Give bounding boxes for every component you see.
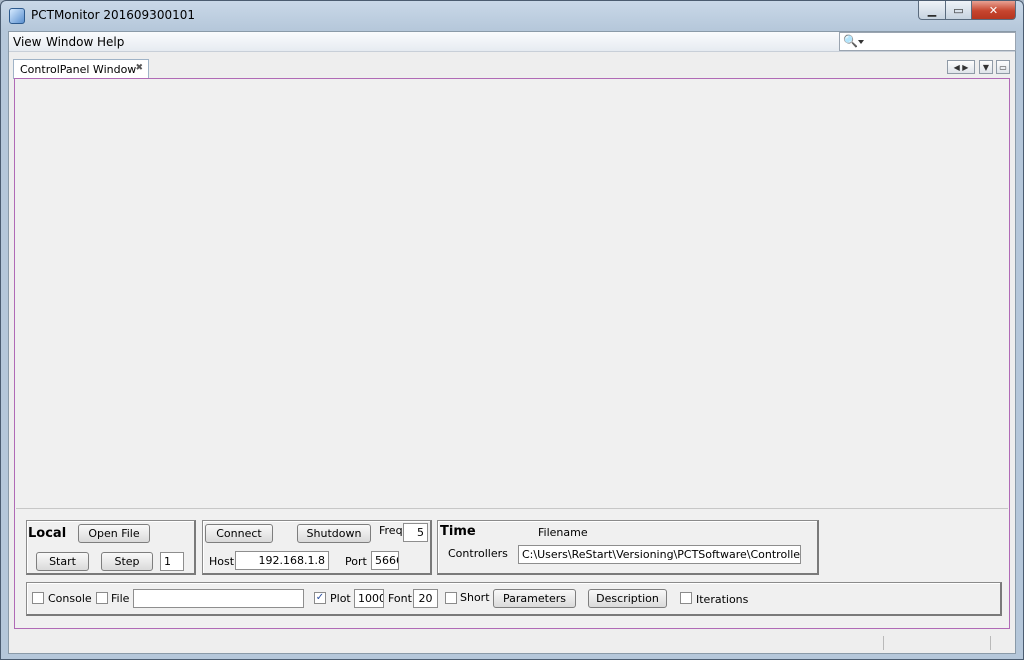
step-button[interactable]: Step [101, 552, 153, 571]
freq-field[interactable]: 5 [403, 523, 428, 542]
filename-label: Filename [538, 526, 588, 539]
iterations-checkbox[interactable] [680, 592, 692, 604]
close-icon: ✕ [988, 3, 999, 17]
host-field[interactable]: 192.168.1.8 [235, 551, 329, 570]
plot-label: Plot [330, 592, 351, 605]
status-divider [883, 636, 884, 650]
window-title: PCTMonitor 201609300101 [31, 8, 195, 22]
iterations-label: Iterations [696, 593, 749, 606]
client-area: View Window Help 🔍 ControlPanel Window ✖… [8, 31, 1016, 654]
tab-label: ControlPanel Window [20, 63, 137, 76]
maximize-icon: ▭ [999, 62, 1007, 72]
menu-help[interactable]: Help [97, 35, 124, 49]
file-checkbox[interactable] [96, 592, 108, 604]
quick-search[interactable]: 🔍 [839, 32, 1016, 51]
tab-controlpanel-window[interactable]: ControlPanel Window ✖ [13, 59, 149, 79]
tab-maximize-button[interactable]: ▭ [996, 60, 1010, 74]
start-button[interactable]: Start [36, 552, 89, 571]
plot-field[interactable]: 1000 [354, 589, 384, 608]
tab-close-icon[interactable]: ✖ [135, 63, 143, 73]
tab-scroll-buttons[interactable]: ◀ ▶ [947, 60, 975, 74]
port-field[interactable]: 5666 [371, 551, 399, 570]
chevron-down-icon: ▼ [982, 62, 990, 72]
step-count-field[interactable]: 1 [160, 552, 184, 571]
local-title: Local [28, 526, 67, 541]
font-field[interactable]: 20 [413, 589, 438, 608]
minimize-icon: ▁ [927, 3, 937, 17]
controlpanel-content: Local Open File Start Step 1 Connect Shu… [14, 78, 1010, 629]
shutdown-button[interactable]: Shutdown [297, 524, 371, 543]
port-label: Port [345, 555, 367, 568]
menu-window[interactable]: Window [46, 35, 93, 49]
time-panel: Time Filename Controllers C:\Users\ReSta… [437, 520, 819, 575]
left-right-arrows-icon: ◀ ▶ [953, 62, 969, 72]
status-bar [9, 632, 1015, 654]
short-label: Short [460, 591, 490, 604]
minimize-button[interactable]: ▁ [918, 1, 946, 20]
app-icon [9, 8, 25, 24]
status-divider [990, 636, 991, 650]
freq-label: Freq [379, 524, 403, 537]
controllers-path-field[interactable]: C:\Users\ReStart\Versioning\PCTSoftware\… [518, 545, 801, 564]
tab-list-button[interactable]: ▼ [979, 60, 993, 74]
menu-bar: View Window Help 🔍 [9, 32, 1016, 52]
parameters-button[interactable]: Parameters [493, 589, 576, 608]
search-icon[interactable]: 🔍 [843, 34, 858, 48]
short-checkbox[interactable] [445, 592, 457, 604]
chevron-down-icon[interactable] [858, 40, 864, 44]
host-label: Host [209, 555, 235, 568]
search-input[interactable] [868, 34, 1012, 49]
app-window: PCTMonitor 201609300101 ▁ ▭ ✕ View Windo… [0, 0, 1024, 660]
local-panel: Local Open File Start Step 1 [26, 520, 196, 575]
time-title: Time [440, 524, 476, 539]
plot-checkbox[interactable]: ✓ [314, 592, 326, 604]
display-area [16, 79, 1008, 509]
menu-view[interactable]: View [13, 35, 41, 49]
console-checkbox[interactable] [32, 592, 44, 604]
open-file-button[interactable]: Open File [78, 524, 150, 543]
options-panel: Console File ✓ Plot 1000 Font 20 Short P… [26, 582, 1002, 616]
checkmark-icon: ✓ [315, 592, 325, 603]
title-bar[interactable]: PCTMonitor 201609300101 ▁ ▭ ✕ [1, 1, 1023, 31]
maximize-icon: ▭ [953, 3, 964, 17]
font-label: Font [388, 592, 412, 605]
file-field[interactable] [133, 589, 304, 608]
remote-panel: Connect Shutdown Freq 5 Host 192.168.1.8… [202, 520, 432, 575]
connect-button[interactable]: Connect [205, 524, 273, 543]
maximize-button[interactable]: ▭ [945, 1, 972, 20]
console-label: Console [48, 592, 92, 605]
controllers-label: Controllers [448, 547, 508, 560]
file-label: File [111, 592, 130, 605]
description-button[interactable]: Description [588, 589, 667, 608]
close-button[interactable]: ✕ [971, 1, 1016, 20]
